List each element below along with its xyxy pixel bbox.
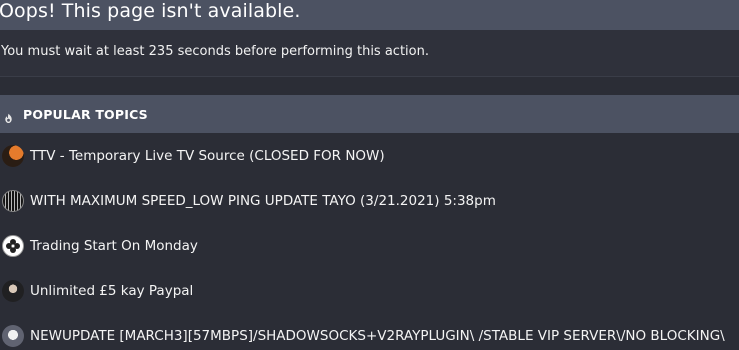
section-gap — [0, 77, 739, 95]
error-message: You must wait at least 235 seconds befor… — [1, 44, 429, 59]
clover-icon — [6, 238, 20, 253]
topic-item: WITH MAXIMUM SPEED_LOW PING UPDATE TAYO … — [0, 178, 739, 223]
topic-link[interactable]: Trading Start On Monday — [30, 238, 198, 254]
topic-link[interactable]: NEWUPDATE [MARCH3][57MBPS]/SHADOWSOCKS+V… — [30, 328, 725, 344]
avatar[interactable] — [2, 234, 24, 257]
avatar[interactable] — [2, 279, 24, 302]
error-message-bar: You must wait at least 235 seconds befor… — [0, 30, 739, 76]
avatar[interactable] — [2, 189, 24, 212]
topic-list: TTV - Temporary Live TV Source (CLOSED F… — [0, 133, 739, 350]
topic-link[interactable]: Unlimited £5 kay Paypal — [30, 283, 193, 299]
avatar[interactable] — [2, 324, 24, 347]
topic-item: NEWUPDATE [MARCH3][57MBPS]/SHADOWSOCKS+V… — [0, 313, 739, 350]
popular-topics: POPULAR TOPICS TTV - Temporary Live TV S… — [0, 95, 739, 350]
popular-topics-title: POPULAR TOPICS — [23, 106, 148, 122]
page: Oops! This page isn't available. You mus… — [0, 0, 739, 350]
popular-topics-header: POPULAR TOPICS — [0, 95, 739, 133]
topic-item: Trading Start On Monday — [0, 223, 739, 268]
topic-item: TTV - Temporary Live TV Source (CLOSED F… — [0, 133, 739, 178]
topic-link[interactable]: WITH MAXIMUM SPEED_LOW PING UPDATE TAYO … — [30, 193, 496, 209]
fire-icon — [3, 109, 14, 123]
error-title: Oops! This page isn't available. — [0, 0, 301, 22]
avatar[interactable] — [2, 144, 24, 167]
topic-link[interactable]: TTV - Temporary Live TV Source (CLOSED F… — [30, 148, 385, 164]
error-header: Oops! This page isn't available. — [0, 0, 739, 30]
topic-item: Unlimited £5 kay Paypal — [0, 268, 739, 313]
